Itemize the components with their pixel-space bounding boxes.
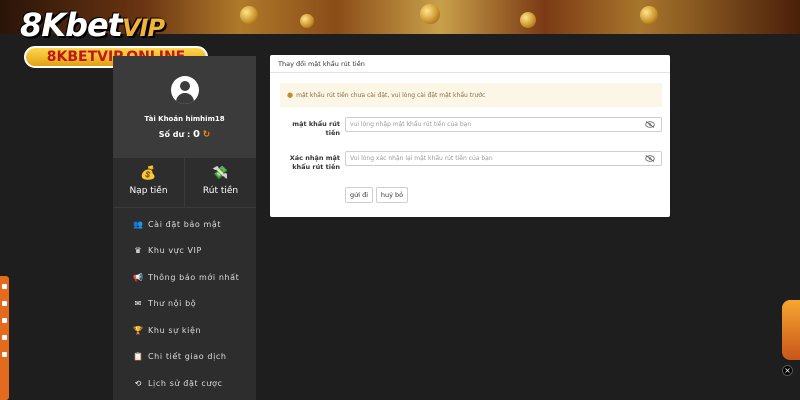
eye-slash-icon[interactable] xyxy=(645,121,655,128)
balance-label: Số dư : xyxy=(158,130,191,139)
clipboard-icon: 📋 xyxy=(133,352,143,362)
balance-value: 0 xyxy=(192,129,200,140)
confirm-password-label: Xác nhận mật khẩu rút tiền xyxy=(289,154,340,171)
close-icon[interactable]: × xyxy=(782,365,793,376)
sidebar-item-label: Cài đặt bảo mật xyxy=(148,219,222,229)
crown-icon: ♛ xyxy=(134,246,142,256)
social-icon xyxy=(2,335,7,340)
brand-logo[interactable]: 8KbetVIP xyxy=(20,6,165,44)
confirm-password-input[interactable]: Vui lòng xác nhận lại mật khẩu rút tiền … xyxy=(345,151,662,166)
sidebar-item-security[interactable]: 👥 Cài đặt bảo mật xyxy=(113,211,256,238)
sidebar-item-label: Khu sự kiện xyxy=(148,325,202,335)
promo-widget[interactable] xyxy=(782,300,800,360)
withdraw-icon: 💸 xyxy=(212,166,229,181)
refresh-icon[interactable]: ↻ xyxy=(203,130,211,140)
social-icon xyxy=(2,301,7,306)
password-placeholder: vui lòng nhập mật khẩu rút tiền của bạn xyxy=(350,121,472,128)
account-sidebar: Tài Khoản himhim18 Số dư : 0 ↻ 💰 Nạp tiề… xyxy=(113,56,256,400)
sidebar-item-vip[interactable]: ♛ Khu vực VIP xyxy=(113,238,256,265)
sidebar-item-label: Khu vực VIP xyxy=(148,246,202,256)
sidebar-item-label: Lịch sử đặt cược xyxy=(148,378,223,388)
profile-card: Tài Khoản himhim18 Số dư : 0 ↻ xyxy=(113,56,256,158)
brand-logo-main: 8Kbet xyxy=(20,6,123,44)
left-floating-bar[interactable] xyxy=(0,276,9,400)
balance: Số dư : 0 ↻ xyxy=(113,129,256,140)
panel-title: Thay đổi mật khẩu rút tiền xyxy=(270,55,670,73)
withdraw-password-panel: Thay đổi mật khẩu rút tiền ● mật khẩu rú… xyxy=(270,55,670,217)
withdraw-button[interactable]: 💸 Rút tiền xyxy=(185,158,256,207)
password-label: mật khẩu rút tiền xyxy=(292,120,340,137)
sidebar-item-notifications[interactable]: 📢 Thông báo mới nhất xyxy=(113,264,256,291)
username: Tài Khoản himhim18 xyxy=(144,115,225,123)
social-icon xyxy=(2,284,7,289)
alert-text: mật khẩu rút tiền chưa cài đặt, vui lòng… xyxy=(296,91,486,99)
sidebar-item-transactions[interactable]: 📋 Chi tiết giao dịch xyxy=(113,344,256,371)
submit-button[interactable]: gửi đi xyxy=(345,187,373,203)
deposit-label: Nạp tiền xyxy=(129,186,168,196)
megaphone-icon: 📢 xyxy=(133,272,143,282)
sidebar-item-label: Chi tiết giao dịch xyxy=(148,352,227,362)
sidebar-item-label: Thông báo mới nhất xyxy=(148,272,240,282)
coin-decoration xyxy=(300,14,314,28)
social-icon xyxy=(2,352,7,357)
eye-slash-icon[interactable] xyxy=(645,155,655,162)
envelope-icon: ✉ xyxy=(134,299,142,309)
deposit-button[interactable]: 💰 Nạp tiền xyxy=(113,158,185,207)
sidebar-item-events[interactable]: 🏆 Khu sự kiện xyxy=(113,317,256,344)
wallet-actions: 💰 Nạp tiền 💸 Rút tiền xyxy=(113,158,256,208)
withdraw-label: Rút tiền xyxy=(202,186,239,196)
coin-decoration xyxy=(240,6,258,24)
warning-alert: ● mật khẩu rút tiền chưa cài đặt, vui lò… xyxy=(280,83,662,107)
sidebar-item-inbox[interactable]: ✉ Thư nội bộ xyxy=(113,291,256,318)
history-icon: ⟲ xyxy=(134,378,142,388)
sidebar-item-bet-history[interactable]: ⟲ Lịch sử đặt cược xyxy=(113,370,256,397)
coin-decoration xyxy=(520,12,536,28)
user-lock-icon: 👥 xyxy=(133,219,143,229)
coin-decoration xyxy=(420,4,440,24)
sidebar-menu: 👥 Cài đặt bảo mật ♛ Khu vực VIP 📢 Thông … xyxy=(113,208,256,397)
social-icon xyxy=(2,318,7,323)
confirm-password-placeholder: Vui lòng xác nhận lại mật khẩu rút tiền … xyxy=(350,155,493,162)
warning-icon: ● xyxy=(287,91,294,99)
avatar-icon xyxy=(170,76,199,104)
sidebar-item-label: Thư nội bộ xyxy=(148,299,197,309)
trophy-icon: 🏆 xyxy=(133,325,143,335)
password-input[interactable]: vui lòng nhập mật khẩu rút tiền của bạn xyxy=(345,117,662,132)
deposit-icon: 💰 xyxy=(140,166,157,181)
brand-logo-vip: VIP xyxy=(121,14,165,42)
coin-decoration xyxy=(640,6,658,24)
cancel-button[interactable]: huỷ bỏ xyxy=(376,187,408,203)
